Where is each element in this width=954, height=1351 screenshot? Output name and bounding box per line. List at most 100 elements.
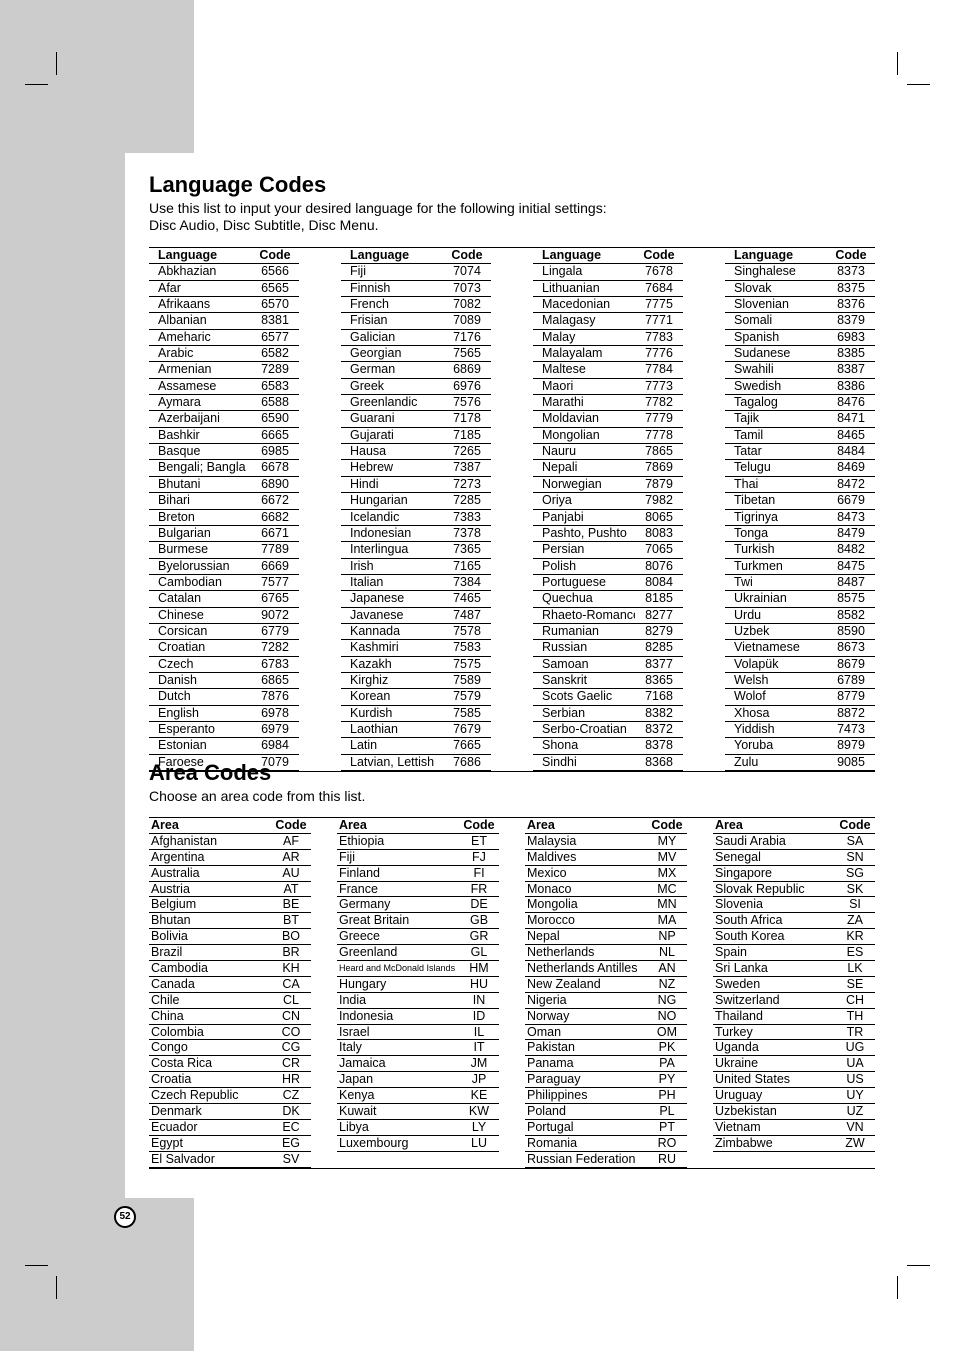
area-row: Hungary HU [337,977,499,993]
area-row: United States US [713,1072,875,1089]
area-row: Luxembourg LU [337,1136,499,1152]
area-header-row: Area Code [337,818,499,834]
language-name: Somali [734,313,773,328]
area-code: PT [659,1119,675,1134]
empty-row [337,1152,499,1167]
language-name: Nauru [542,444,577,459]
language-code: 7575 [453,656,481,671]
language-name: Laothian [350,721,398,736]
area-code: BE [282,897,300,912]
area-name: Hungary [339,976,387,991]
language-row: Laothian 7679 [341,721,491,739]
language-row: Volapük 8679 [725,657,875,673]
crop-mark [907,1265,930,1266]
area-row: Uzbekistan UZ [713,1104,875,1120]
language-code: 8469 [837,460,865,475]
area-name: Slovak Republic [715,881,805,896]
language-row: Mongolian 7778 [533,428,683,445]
language-name: Scots Gaelic [542,689,613,704]
area-code: CG [281,1040,301,1055]
page-margin-bottom [0,1198,194,1351]
area-row: Brazil BR [149,945,311,962]
area-header-row: Area Code [525,818,687,834]
language-row: Swedish 8386 [725,379,875,396]
area-row: El Salvador SV [149,1152,311,1168]
area-code: CZ [282,1088,300,1103]
language-name: Yoruba [734,738,774,753]
area-code: FJ [472,849,486,864]
area-column: Area Code Saudi Arabia SA Senegal SN Singapore… [713,818,875,1168]
language-name: Tajik [734,411,760,426]
area-name: Panama [527,1056,574,1071]
area-name: Belgium [151,897,197,912]
language-name: Japanese [350,591,405,606]
area-row: Austria AT [149,882,311,898]
area-row: India IN [337,993,499,1009]
area-code: SN [846,849,864,864]
area-row: China CN [149,1009,311,1025]
language-code: 8373 [837,264,865,279]
language-row: Russian 8285 [533,640,683,657]
language-code: 8376 [837,297,865,312]
language-name: Slovak [734,280,772,295]
area-name: Uzbekistan [715,1104,777,1119]
language-code: 6890 [261,476,289,491]
language-code: 8479 [837,525,865,540]
crop-mark [56,1276,57,1299]
language-row: Tajik 8471 [725,411,875,428]
area-code: AF [283,833,299,848]
language-code: 8465 [837,427,865,442]
area-name: Austria [151,881,190,896]
language-code: 6984 [261,738,289,753]
area-code: ID [472,1008,486,1023]
area-name: Chile [151,992,180,1007]
area-row: New Zealand NZ [525,977,687,993]
area-code: ES [846,945,864,960]
language-row: Xhosa 8872 [725,706,875,722]
empty-row [713,1152,875,1167]
area-code: AN [658,961,676,976]
language-code: 6979 [261,721,289,736]
area-row: Bhutan BT [149,913,311,930]
language-row: Nepali 7869 [533,460,683,477]
language-row: Serbo-Croatian 8372 [533,721,683,739]
area-row: Panama PA [525,1056,687,1073]
language-row: French 7082 [341,297,491,314]
area-name: Japan [339,1072,374,1087]
language-name: Bhutani [158,476,201,491]
language-row: Afar 6565 [149,281,299,298]
area-row: Libya LY [337,1120,499,1136]
language-name: Tamil [734,427,764,442]
area-row: Pakistan PK [525,1040,687,1057]
language-row: Greenlandic 7576 [341,395,491,412]
language-code: 6978 [261,705,289,720]
area-row: Greenland GL [337,945,499,962]
area-code: DE [470,897,488,912]
language-name: Irish [350,558,374,573]
area-name: Morocco [527,913,575,928]
language-row: Slovenian 8376 [725,297,875,314]
language-name: Vietnamese [734,640,800,655]
area-row: Czech Republic CZ [149,1088,311,1105]
language-row: Basque 6985 [149,444,299,461]
area-row: Ukraine UA [713,1056,875,1073]
language-name: Serbo-Croatian [542,721,627,736]
language-name: Tibetan [734,493,776,508]
area-code: PK [658,1040,676,1055]
language-row: Aymara 6588 [149,395,299,412]
language-code: 7679 [453,721,481,736]
area-name: Norway [527,1008,570,1023]
language-code: 7783 [645,329,673,344]
area-code: PA [659,1056,675,1071]
language-name: Maltese [542,362,586,377]
language-row: Fiji 7074 [341,264,491,281]
area-column: Area Code Ethiopia ET Fiji FJ Finland FI France F… [337,818,499,1168]
page-margin-top [0,0,194,153]
area-code: LK [847,961,863,976]
language-code: 7982 [645,493,673,508]
area-name: Poland [527,1104,566,1119]
language-name: Panjabi [542,509,584,524]
language-code: 8385 [837,346,865,361]
area-name: Pakistan [527,1040,575,1055]
area-code: US [846,1072,864,1087]
